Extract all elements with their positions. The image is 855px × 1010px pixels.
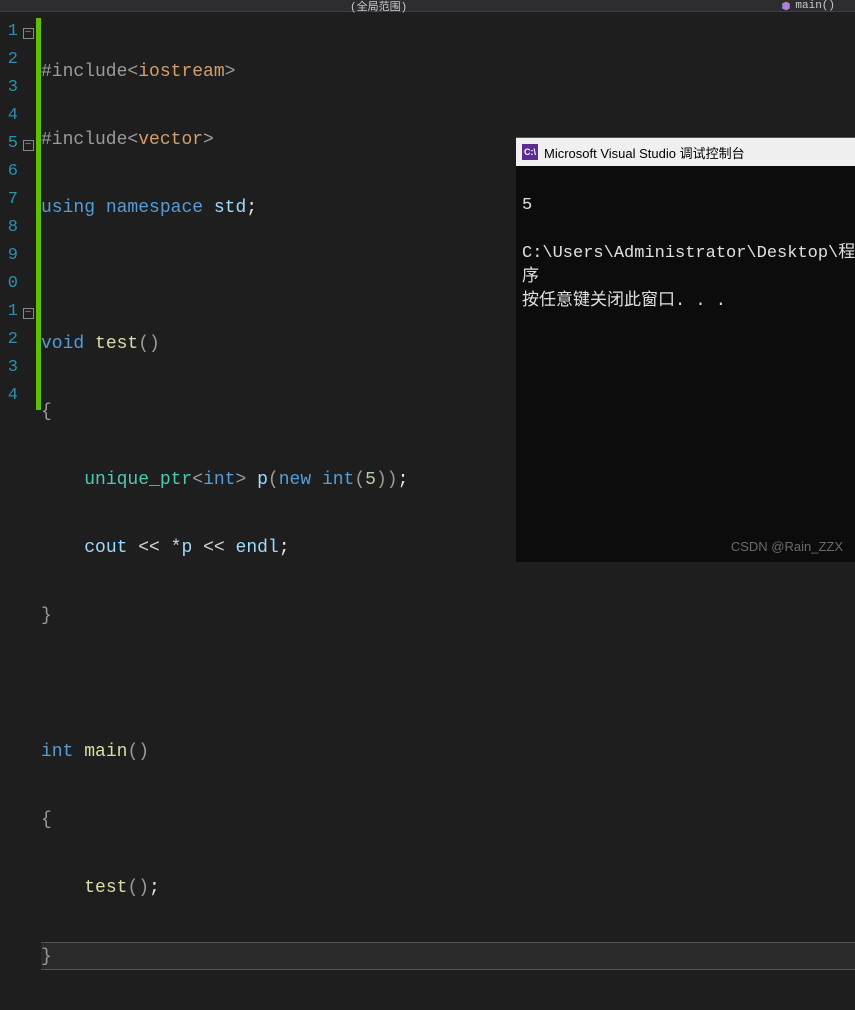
line-number: 3 [0, 354, 20, 382]
line-number: 5 [0, 130, 20, 158]
console-output: 5 C:\Users\Administrator\Desktop\程序 按任意键… [516, 166, 855, 318]
fold-toggle-icon[interactable]: − [23, 140, 34, 151]
line-number: 3 [0, 74, 20, 102]
line-number: 1 [0, 18, 20, 46]
line-number: 2 [0, 46, 20, 74]
debug-console-window[interactable]: C:\ Microsoft Visual Studio 调试控制台 5 C:\U… [516, 137, 855, 562]
line-number: 4 [0, 102, 20, 130]
cube-icon [781, 1, 791, 11]
line-number: 1 [0, 298, 20, 326]
console-title-text: Microsoft Visual Studio 调试控制台 [544, 143, 745, 162]
line-number-gutter: 12345678901234 [0, 12, 20, 562]
top-toolbar: (全局范围) main() [0, 0, 855, 12]
line-number: 9 [0, 242, 20, 270]
line-number: 0 [0, 270, 20, 298]
function-label: main() [795, 0, 835, 12]
line-number: 2 [0, 326, 20, 354]
line-number: 7 [0, 186, 20, 214]
watermark: CSDN @Rain_ZZX [731, 539, 843, 554]
line-number: 4 [0, 382, 20, 410]
function-dropdown[interactable]: main() [781, 0, 835, 12]
fold-toggle-icon[interactable]: − [23, 308, 34, 319]
fold-column[interactable]: − − − [20, 12, 36, 562]
line-number: 6 [0, 158, 20, 186]
line-number: 8 [0, 214, 20, 242]
fold-toggle-icon[interactable]: − [23, 28, 34, 39]
vs-icon: C:\ [522, 144, 538, 160]
console-titlebar[interactable]: C:\ Microsoft Visual Studio 调试控制台 [516, 138, 855, 166]
